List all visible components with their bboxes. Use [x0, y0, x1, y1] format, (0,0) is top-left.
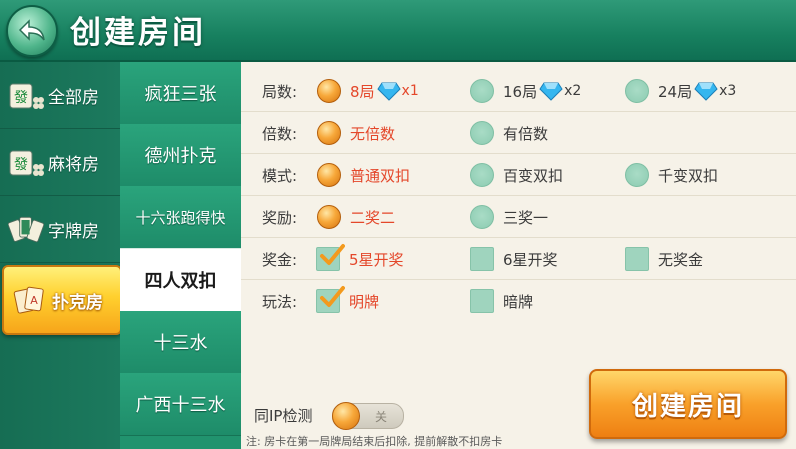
game-item-siren-shuangkou[interactable]: 四人双扣	[120, 248, 241, 312]
option-text: 普通双扣	[350, 166, 411, 185]
radio-selected[interactable]	[317, 121, 341, 145]
prize-option-5star[interactable]: 5星开奖	[316, 244, 404, 272]
option-text: 5星开奖	[349, 250, 404, 269]
radio-unselected[interactable]	[470, 79, 494, 103]
option-text: 24局	[658, 82, 693, 101]
game-item-16-paodekuai[interactable]: 十六张跑得快	[120, 186, 241, 249]
play-option-hidden[interactable]: 暗牌	[470, 288, 533, 314]
category-poker-rooms[interactable]: A 扑克房	[2, 265, 122, 335]
header-bar: 创建房间	[0, 0, 796, 62]
category-label: 扑克房	[52, 292, 103, 313]
back-arrow-icon	[18, 19, 45, 41]
cost-multiplier: x1	[401, 83, 419, 99]
option-text: 8局	[350, 82, 375, 101]
category-label: 字牌房	[48, 221, 99, 242]
prize-option-6star[interactable]: 6星开奖	[470, 246, 558, 272]
svg-text:A: A	[30, 294, 38, 307]
radio-selected[interactable]	[317, 163, 341, 187]
checkbox-checked[interactable]	[316, 244, 345, 271]
radio-unselected[interactable]	[470, 205, 494, 229]
game-item-guangxi-shisanshui[interactable]: 广西十三水	[120, 373, 241, 436]
option-text: 暗牌	[503, 292, 534, 311]
cost-multiplier: x2	[564, 83, 582, 99]
mode-option-qianbian[interactable]: 千变双扣	[625, 162, 718, 188]
radio-unselected[interactable]	[625, 163, 649, 187]
diamond-icon	[376, 82, 401, 101]
checkbox-unchecked[interactable]	[625, 247, 649, 271]
svg-text:發: 發	[14, 90, 28, 106]
multiplier-option-with[interactable]: 有倍数	[470, 120, 548, 146]
reward-option-3for1[interactable]: 三奖一	[470, 204, 548, 230]
radio-unselected[interactable]	[625, 79, 649, 103]
poker-cards-icon: A	[12, 284, 48, 316]
radio-selected[interactable]	[317, 79, 341, 103]
game-list: 疯狂三张 德州扑克 十六张跑得快 四人双扣 十三水 广西十三水	[120, 62, 241, 449]
game-item-fengkuang-sanzhang[interactable]: 疯狂三张	[120, 62, 241, 125]
multiplier-option-none[interactable]: 无倍数	[317, 120, 395, 146]
diamond-icon	[694, 82, 718, 101]
ip-check-toggle[interactable]: 关	[332, 402, 404, 430]
mode-row: 模式: 普通双扣 百变双扣 千变双扣	[241, 154, 796, 196]
cost-multiplier: x3	[719, 83, 737, 99]
checkbox-checked[interactable]	[316, 286, 345, 313]
option-text: 三奖一	[503, 208, 549, 227]
category-sidebar: 發 全部房 發 麻将房 字牌房 A 扑克房	[0, 62, 122, 449]
option-text: 16局	[503, 82, 538, 101]
option-text: 无奖金	[658, 250, 704, 269]
rounds-label: 局数:	[262, 83, 298, 101]
game-item-dezhou-poker[interactable]: 德州扑克	[120, 124, 241, 187]
multiplier-label: 倍数:	[262, 125, 298, 143]
option-text: 明牌	[349, 292, 380, 311]
fa-tile-icon: 發	[8, 79, 44, 111]
room-card-note: 注: 房卡在第一局牌局结束后扣除, 提前解散不扣房卡	[246, 435, 503, 448]
rounds-option-16[interactable]: 16局 x2	[470, 78, 581, 104]
play-row: 玩法: 明牌 暗牌	[241, 280, 796, 321]
prize-option-none[interactable]: 无奖金	[625, 246, 703, 272]
radio-unselected[interactable]	[470, 121, 494, 145]
radio-selected[interactable]	[317, 205, 341, 229]
checkbox-unchecked[interactable]	[470, 289, 494, 313]
option-text: 千变双扣	[658, 166, 719, 185]
reward-label: 奖励:	[262, 209, 298, 227]
mode-option-normal[interactable]: 普通双扣	[317, 162, 410, 188]
reward-row: 奖励: 二奖二 三奖一	[241, 196, 796, 238]
rounds-option-8[interactable]: 8局 x1	[317, 78, 419, 104]
zipai-cards-icon	[8, 213, 44, 245]
ip-check-label: 同IP检测	[254, 407, 313, 425]
rounds-option-24[interactable]: 24局 x3	[625, 78, 736, 104]
back-button[interactable]	[6, 5, 58, 57]
checkbox-unchecked[interactable]	[470, 247, 494, 271]
create-room-button[interactable]: 创建房间	[589, 369, 787, 439]
toggle-knob[interactable]	[332, 402, 360, 430]
mode-label: 模式:	[262, 167, 298, 185]
game-item-shisanshui[interactable]: 十三水	[120, 311, 241, 374]
page-title: 创建房间	[70, 15, 206, 51]
play-option-open[interactable]: 明牌	[316, 286, 380, 314]
play-label: 玩法:	[262, 293, 298, 311]
category-zipai-rooms[interactable]: 字牌房	[0, 196, 120, 263]
rounds-row: 局数: 8局 x1 16局 x2 24局 x3	[241, 70, 796, 112]
toggle-state-text: 关	[375, 410, 388, 424]
checkmark-icon	[320, 286, 345, 307]
category-label: 麻将房	[48, 154, 99, 175]
option-text: 二奖二	[350, 208, 396, 227]
category-label: 全部房	[48, 87, 99, 108]
diamond-icon	[539, 82, 563, 101]
multiplier-row: 倍数: 无倍数 有倍数	[241, 112, 796, 154]
mode-option-baibian[interactable]: 百变双扣	[470, 162, 563, 188]
option-text: 百变双扣	[503, 166, 564, 185]
option-text: 无倍数	[350, 124, 396, 143]
category-mahjong-rooms[interactable]: 發 麻将房	[0, 129, 120, 196]
checkmark-icon	[320, 244, 345, 265]
option-text: 6星开奖	[503, 250, 558, 269]
category-all-rooms[interactable]: 發 全部房	[0, 62, 120, 129]
prize-row: 奖金: 5星开奖 6星开奖 无奖金	[241, 238, 796, 280]
create-room-label: 创建房间	[631, 391, 744, 422]
radio-unselected[interactable]	[470, 163, 494, 187]
fa-tile-icon: 發	[8, 146, 44, 178]
option-text: 有倍数	[503, 124, 549, 143]
svg-text:發: 發	[14, 157, 28, 173]
prize-label: 奖金:	[262, 251, 298, 269]
reward-option-2for2[interactable]: 二奖二	[317, 204, 395, 230]
